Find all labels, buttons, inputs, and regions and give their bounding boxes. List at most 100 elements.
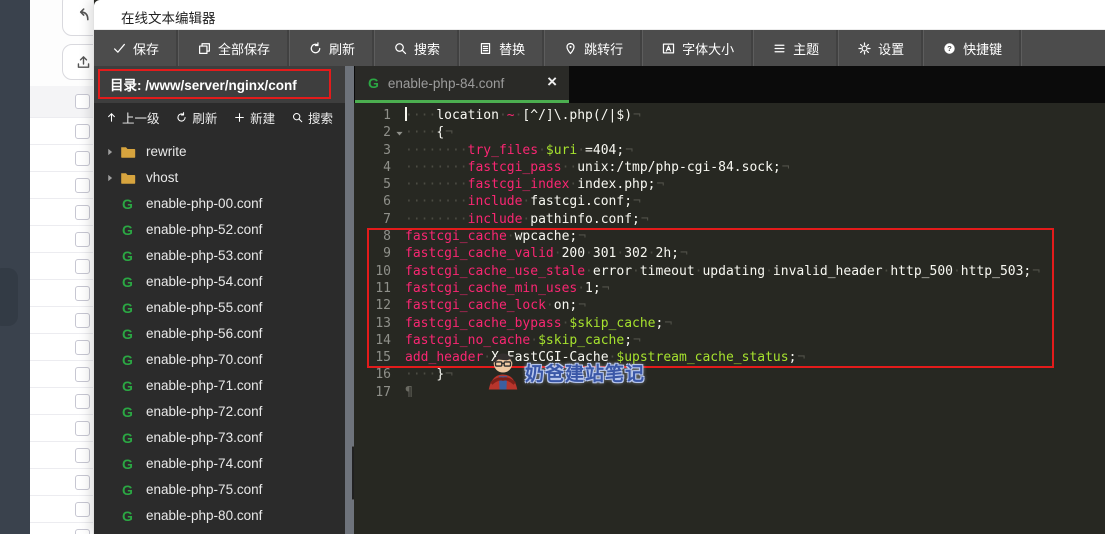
table-row [30,307,93,334]
tree-file-item[interactable]: G enable-php-00.conf [94,191,345,217]
tree-folder-vhost[interactable]: vhost [94,165,345,191]
table-row [30,415,93,442]
row-checkbox[interactable] [75,151,90,166]
caret-right-icon[interactable] [105,147,115,157]
toolbar-button-label: 替换 [499,39,525,58]
file-name: enable-php-00.conf [146,196,262,211]
folder-name: rewrite [146,144,187,159]
row-checkbox[interactable] [75,448,90,463]
row-checkbox[interactable] [75,421,90,436]
code-editor[interactable]: 1····location·~·[^/]\.php(/|$)¬2····{¬3·… [354,103,1105,534]
row-checkbox[interactable] [75,340,90,355]
table-row [30,253,93,280]
row-checkbox[interactable] [75,394,90,409]
file-name: enable-php-80.conf [146,508,262,523]
tree-file-item[interactable]: G enable-php-72.conf [94,399,345,425]
file-name: enable-php-55.conf [146,300,262,315]
conf-file-icon: G [122,509,133,523]
tree-folder-rewrite[interactable]: rewrite [94,139,345,165]
tree-refresh-button[interactable]: 刷新 [176,108,217,127]
code-text: ········fastcgi_pass··unix:/tmp/php-cgi-… [405,159,790,176]
toolbar-button-label: 主题 [793,39,819,58]
help-icon: ? [943,42,956,55]
save-icon [113,42,126,55]
row-checkbox[interactable] [75,367,90,382]
modal-title: 在线文本编辑器 [121,7,216,27]
line-number: 7 [354,211,391,228]
toolbar-save-all-button[interactable]: 全部保存 [179,30,290,66]
file-name: enable-php-75.conf [146,482,262,497]
tree-file-item-partial[interactable]: G [94,529,345,534]
folder-icon [120,170,136,186]
tree-new-button[interactable]: 新建 [234,108,275,127]
tree-file-item[interactable]: G enable-php-75.conf [94,477,345,503]
toolbar-button-label: 全部保存 [218,39,270,58]
tree-file-item[interactable]: G enable-php-71.conf [94,373,345,399]
toolbar-refresh-button[interactable]: 刷新 [290,30,375,66]
code-line: 7········include·pathinfo.conf;¬ [354,211,1105,228]
svg-text:?: ? [947,44,952,53]
conf-file-icon: G [122,405,133,419]
toolbar-font-size-button[interactable]: 字体大小 [643,30,754,66]
row-checkbox[interactable] [75,313,90,328]
line-number: 5 [354,176,391,193]
row-checkbox[interactable] [75,475,90,490]
conf-file-icon: G [122,275,133,289]
code-text: ····}¬ [405,366,453,383]
code-line: 16····}¬ [354,366,1105,383]
refresh-icon [176,112,187,123]
table-row [30,226,93,253]
watermark-avatar-icon [485,349,521,391]
line-number: 2 [354,124,391,141]
toolbar-hotkeys-button[interactable]: ?快捷键 [924,30,1022,66]
caret-right-icon[interactable] [105,173,115,183]
toolbar-button-label: 保存 [133,39,159,58]
editor-toolbar: 保存 全部保存 刷新搜索 替换 跳转行字体大小 主题 设置?快捷键 [94,30,1105,66]
row-checkbox[interactable] [75,502,90,517]
tree-file-item[interactable]: G enable-php-73.conf [94,425,345,451]
watermark-text: 奶爸建站笔记 [525,359,645,386]
row-checkbox[interactable] [75,178,90,193]
toolbar-theme-button[interactable]: 主题 [754,30,839,66]
tab-bar: G enable-php-84.conf × [354,66,1105,103]
file-name: enable-php-71.conf [146,378,262,393]
toolbar-replace-button[interactable]: 替换 [460,30,545,66]
conf-file-icon: G [122,483,133,497]
file-name: enable-php-53.conf [146,248,262,263]
toolbar-settings-button[interactable]: 设置 [839,30,924,66]
row-checkbox[interactable] [75,232,90,247]
tree-file-item[interactable]: G enable-php-53.conf [94,243,345,269]
tree-file-item[interactable]: G enable-php-56.conf [94,321,345,347]
code-line: 2····{¬ [354,124,1105,141]
tree-file-item[interactable]: G enable-php-70.conf [94,347,345,373]
code-line: 17¶ [354,384,1105,401]
plus-icon [234,112,245,123]
table-header-row [30,86,93,118]
tree-up-button[interactable]: 上一级 [106,108,160,127]
row-checkbox[interactable] [75,529,90,534]
tree-button-label: 上一级 [122,108,160,127]
file-name: enable-php-54.conf [146,274,262,289]
gear-icon [858,42,871,55]
code-line: 3········try_files·$uri·=404;¬ [354,142,1105,159]
row-checkbox[interactable] [75,286,90,301]
tree-file-item[interactable]: G enable-php-55.conf [94,295,345,321]
tree-search-button[interactable]: 搜索 [292,108,333,127]
tree-file-item[interactable]: G enable-php-52.conf [94,217,345,243]
row-checkbox[interactable] [75,94,90,109]
tree-file-item[interactable]: G enable-php-80.conf [94,503,345,529]
toolbar-save-button[interactable]: 保存 [94,30,179,66]
row-checkbox[interactable] [75,259,90,274]
toolbar-goto-line-button[interactable]: 跳转行 [545,30,643,66]
tree-file-item[interactable]: G enable-php-74.conf [94,451,345,477]
row-checkbox[interactable] [75,124,90,139]
toolbar-search-button[interactable]: 搜索 [375,30,460,66]
conf-file-icon: G [122,379,133,393]
tab-enable-php-84[interactable]: G enable-php-84.conf × [355,66,569,103]
conf-file-icon: G [122,249,133,263]
fold-caret-icon[interactable] [395,129,404,138]
tab-close-icon[interactable]: × [547,72,557,92]
tree-file-item[interactable]: G enable-php-54.conf [94,269,345,295]
row-checkbox[interactable] [75,205,90,220]
directory-path: 目录: /www/server/nginx/conf [100,74,297,94]
